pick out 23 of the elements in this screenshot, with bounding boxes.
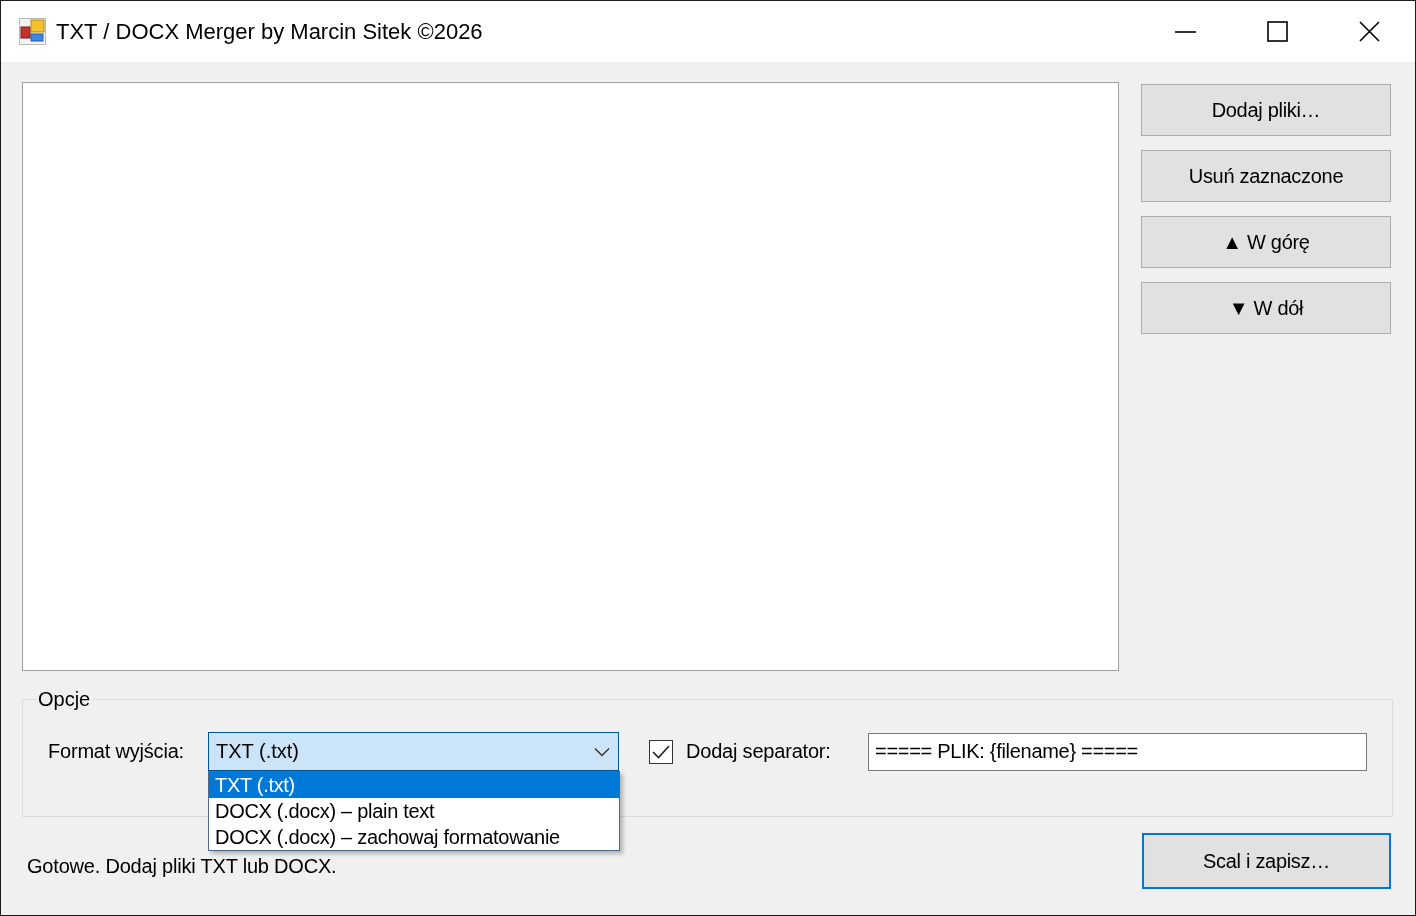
separator-label: Dodaj separator: bbox=[686, 740, 831, 763]
separator-checkbox[interactable] bbox=[649, 739, 673, 764]
dropdown-option[interactable]: DOCX (.docx) – zachowaj formatowanie bbox=[209, 824, 619, 850]
separator-field[interactable]: ===== PLIK: {filename} ===== bbox=[868, 732, 1367, 771]
side-button[interactable]: Usuń zaznaczone bbox=[1141, 150, 1391, 202]
dropdown-option[interactable]: TXT (.txt) bbox=[209, 772, 619, 798]
side-button[interactable]: ▲ W górę bbox=[1141, 216, 1391, 268]
status-text: Gotowe. Dodaj pliki TXT lub DOCX. bbox=[27, 855, 337, 876]
checkmark-icon bbox=[652, 744, 670, 759]
window-title: TXT / DOCX Merger by Marcin Sitek ©2026 bbox=[56, 18, 483, 45]
file-list[interactable] bbox=[22, 82, 1119, 671]
chevron-down-icon bbox=[594, 746, 610, 757]
minimize-icon bbox=[1174, 30, 1196, 33]
app-icon bbox=[19, 18, 46, 45]
format-label: Format wyjścia: bbox=[48, 740, 184, 763]
merge-button[interactable]: Scal i zapisz… bbox=[1142, 833, 1391, 889]
side-button[interactable]: Dodaj pliki… bbox=[1141, 84, 1391, 136]
side-button[interactable]: ▼ W dół bbox=[1141, 282, 1391, 334]
maximize-icon bbox=[1266, 21, 1288, 42]
group-title: Opcje bbox=[37, 688, 92, 711]
close-icon bbox=[1358, 21, 1380, 42]
format-dropdown[interactable]: TXT (.txt) bbox=[208, 732, 619, 771]
dropdown-option[interactable]: DOCX (.docx) – plain text bbox=[209, 798, 619, 824]
